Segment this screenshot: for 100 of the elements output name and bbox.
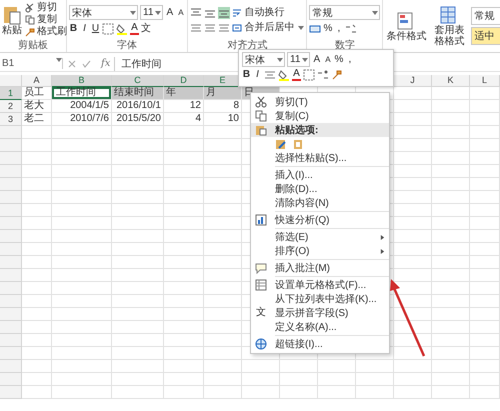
paste-option-icon[interactable] <box>275 138 287 150</box>
row-header[interactable]: 2 <box>0 100 22 113</box>
font-size-field[interactable]: 11 <box>140 5 164 20</box>
shrink-font-button[interactable]: A <box>176 6 186 18</box>
menu-item[interactable]: 设置单元格格式(F)... <box>251 278 389 292</box>
row-header[interactable] <box>0 178 22 191</box>
menu-item[interactable]: 复制(C) <box>251 109 389 123</box>
row-header[interactable] <box>0 204 22 217</box>
submenu-item[interactable]: 排序(O) <box>251 244 389 258</box>
table-cell <box>204 386 242 399</box>
row-header[interactable] <box>0 230 22 243</box>
align-icon[interactable] <box>204 22 216 34</box>
bold-button[interactable]: B <box>242 69 251 81</box>
row-header[interactable] <box>0 360 22 373</box>
comma-button[interactable]: , <box>345 54 354 66</box>
menu-item[interactable]: 选择性粘贴(S)... <box>251 151 389 165</box>
row-header[interactable]: 3 <box>0 113 22 126</box>
row-header[interactable] <box>0 139 22 152</box>
row-header[interactable] <box>0 152 22 165</box>
column-header[interactable]: B <box>52 75 112 87</box>
column-header[interactable]: A <box>22 75 52 87</box>
column-header[interactable]: D <box>164 75 204 87</box>
number-format-field[interactable]: 常规 <box>309 5 380 20</box>
percent-button[interactable]: % <box>334 54 344 66</box>
table-cell <box>432 295 470 308</box>
submenu-item[interactable]: 筛选(E) <box>251 230 389 244</box>
font-style-button[interactable]: I <box>80 23 89 35</box>
font-color-button[interactable]: A <box>130 23 139 35</box>
cut-button[interactable]: 剪切 <box>25 2 67 14</box>
copy-button[interactable]: 复制 <box>25 14 67 26</box>
align-icon[interactable] <box>190 22 202 34</box>
row-header[interactable] <box>0 217 22 230</box>
menu-item[interactable]: 删除(D)... <box>251 182 389 196</box>
column-header[interactable]: L <box>470 75 500 87</box>
border-icon[interactable] <box>102 23 114 35</box>
name-box[interactable]: B1 <box>0 58 63 69</box>
row-header[interactable] <box>0 243 22 256</box>
row-header[interactable] <box>0 191 22 204</box>
row-header[interactable] <box>0 334 22 347</box>
font-name-field[interactable]: 宋体 <box>69 5 138 20</box>
table-cell <box>394 126 432 139</box>
select-all-corner[interactable] <box>0 75 22 87</box>
decimal-icon[interactable] <box>317 69 329 81</box>
brush-icon[interactable] <box>331 69 343 81</box>
table-cell <box>470 256 500 269</box>
menu-item[interactable]: 定义名称(A)... <box>251 320 389 334</box>
merge-center-button[interactable]: 合并后居中 <box>232 22 304 34</box>
paste-button[interactable]: 粘贴 <box>2 4 22 36</box>
shrink-font-button[interactable]: A <box>323 54 332 66</box>
align-icon[interactable] <box>190 6 202 18</box>
row-header[interactable] <box>0 321 22 334</box>
format-painter-button[interactable]: 格式刷 <box>25 26 67 38</box>
font-style-button[interactable]: B <box>69 23 78 35</box>
menu-item[interactable]: 插入批注(M) <box>251 261 389 275</box>
currency-icon[interactable] <box>309 23 322 35</box>
row-header[interactable]: 1 <box>0 87 22 100</box>
cell-style[interactable]: 常规 <box>471 7 500 25</box>
table-cell <box>470 386 500 399</box>
align-icon[interactable] <box>218 22 230 34</box>
align-icon[interactable] <box>218 6 230 18</box>
font-style-button[interactable]: U <box>91 23 100 35</box>
row-header[interactable] <box>0 386 22 399</box>
wrap-text-button[interactable]: 自动换行 <box>232 6 284 18</box>
decimal-icon[interactable] <box>345 23 358 35</box>
row-header[interactable] <box>0 126 22 139</box>
insert-function-button[interactable]: fx <box>101 58 110 69</box>
phonetic-button[interactable]: 文 <box>141 23 151 35</box>
row-header[interactable] <box>0 256 22 269</box>
row-header[interactable] <box>0 165 22 178</box>
font-size-field[interactable]: 11 <box>287 52 310 67</box>
row-header[interactable] <box>0 308 22 321</box>
menu-item[interactable]: 清除内容(N) <box>251 196 389 210</box>
menu-item[interactable]: 超链接(I)... <box>251 337 389 351</box>
font-color-button[interactable]: A <box>292 69 301 81</box>
table-cell <box>394 230 432 243</box>
cell-style[interactable]: 适中 <box>471 27 500 45</box>
row-header[interactable] <box>0 373 22 386</box>
percent-button[interactable]: % <box>323 23 332 35</box>
fill-color-icon[interactable] <box>278 69 290 81</box>
grow-font-button[interactable]: A <box>312 54 322 66</box>
menu-item[interactable]: 快速分析(Q) <box>251 213 389 227</box>
column-header[interactable]: C <box>112 75 164 87</box>
row-header[interactable] <box>0 295 22 308</box>
conditional-format-button[interactable]: 条件格式 <box>385 10 428 42</box>
fill-color-icon[interactable] <box>116 23 128 35</box>
grow-font-button[interactable]: A <box>165 6 174 18</box>
column-header[interactable]: J <box>394 75 432 87</box>
menu-item[interactable]: 从下拉列表中选择(K)... <box>251 292 389 306</box>
border-icon[interactable] <box>303 69 315 81</box>
row-header[interactable] <box>0 269 22 282</box>
row-header[interactable] <box>0 282 22 295</box>
menu-item[interactable]: 插入(I)... <box>251 168 389 182</box>
comma-button[interactable]: , <box>334 23 344 35</box>
column-header[interactable]: K <box>432 75 470 87</box>
format-table-button[interactable]: 套用表格格式 <box>430 5 468 47</box>
row-header[interactable] <box>0 347 22 360</box>
font-name-field[interactable]: 宋体 <box>242 52 285 67</box>
align-icon[interactable] <box>264 69 276 81</box>
italic-button[interactable]: I <box>253 69 262 81</box>
menu-item[interactable]: 文 显示拼音字段(S) <box>251 306 389 320</box>
